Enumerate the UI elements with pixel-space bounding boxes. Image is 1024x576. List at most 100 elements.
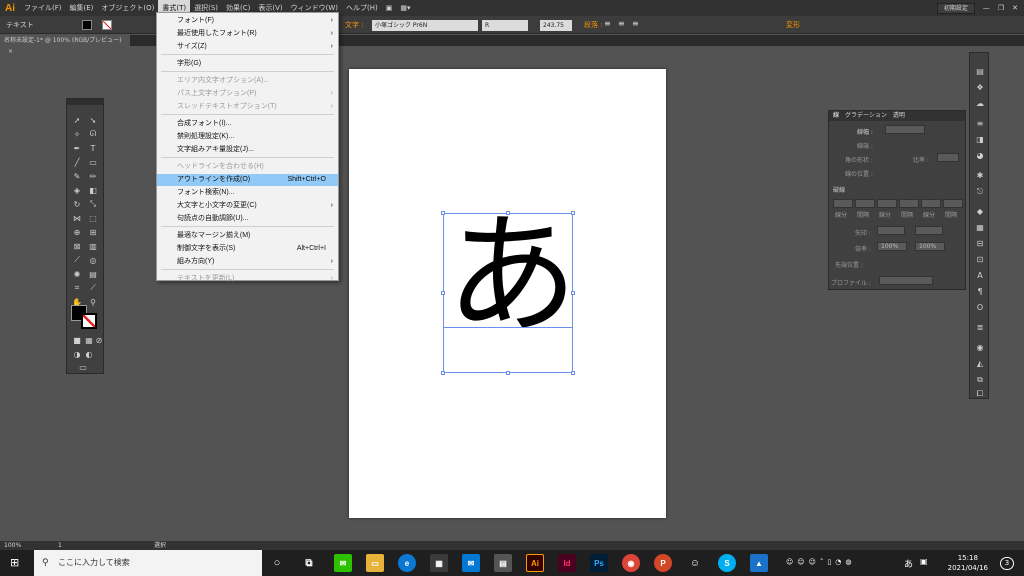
symbol-sprayer-tool-icon[interactable]: ✺ <box>71 269 83 279</box>
photoshop-taskbar-icon[interactable]: Ps <box>590 554 608 572</box>
tab-gradient[interactable]: グラデーション <box>845 111 887 121</box>
dashed-line-label[interactable]: 破線 <box>833 185 845 194</box>
draw-mode-icon[interactable]: ◑ <box>71 349 83 359</box>
tab-stroke[interactable]: 線 <box>833 111 839 121</box>
transparency-panel-icon[interactable]: ◭ <box>974 359 986 369</box>
chrome-icon[interactable]: ◉ <box>622 554 640 572</box>
notification-icon[interactable]: 3 <box>1000 557 1014 570</box>
rectangle-tool-icon[interactable]: ▭ <box>87 157 99 167</box>
indesign-taskbar-icon[interactable]: Id <box>558 554 576 572</box>
eyedropper-tool-icon[interactable]: ⟋ <box>71 255 83 265</box>
eraser-tool-icon[interactable]: ◧ <box>87 185 99 195</box>
color-mode-icon[interactable]: ■ <box>71 335 83 345</box>
handle-top-left[interactable] <box>441 211 445 215</box>
menu-object[interactable]: オブジェクト(O) <box>97 0 158 16</box>
type-tool-icon[interactable]: T <box>87 143 99 153</box>
paragraph-panel-icon[interactable]: ¶ <box>974 287 986 297</box>
transform-label[interactable]: 変形 <box>786 20 800 30</box>
menu-item[interactable]: 制御文字を表示(S) Alt+Ctrl+I <box>157 243 338 255</box>
transform-panel-icon[interactable]: ⊡ <box>974 255 986 265</box>
wechat-icon[interactable]: ✉ <box>334 554 352 572</box>
menu-item[interactable]: サイズ(Z) › <box>157 41 338 53</box>
blend-tool-icon[interactable]: ◎ <box>87 255 99 265</box>
free-transform-tool-icon[interactable]: ⬚ <box>87 213 99 223</box>
pen-tool-icon[interactable]: ✒ <box>71 143 83 153</box>
shaper-tool-icon[interactable]: ◈ <box>71 185 83 195</box>
paintbrush-tool-icon[interactable]: ✎ <box>71 171 83 181</box>
bridge-icon[interactable]: ▣ <box>382 0 397 16</box>
align-panel-icon[interactable]: ⊟ <box>974 239 986 249</box>
slice-tool-icon[interactable]: ⟋ <box>87 283 99 293</box>
illustrator-taskbar-icon[interactable]: Ai <box>526 554 544 572</box>
align-right-icon[interactable]: ≡ <box>632 19 639 28</box>
limit-field[interactable] <box>937 153 959 162</box>
powerpoint-icon[interactable]: P <box>654 554 672 572</box>
artboards-panel-icon[interactable]: ⧠ <box>974 389 986 399</box>
calculator-icon[interactable]: ▤ <box>494 554 512 572</box>
character-label[interactable]: 文字 : <box>345 20 364 30</box>
minimize-icon[interactable]: — <box>983 4 990 12</box>
screen-mode-icon[interactable]: ▭ <box>77 362 89 372</box>
menu-item[interactable]: 合成フォント(I)... <box>157 118 338 130</box>
handle-left[interactable] <box>441 291 445 295</box>
gradient-mode-icon[interactable]: ▦ <box>83 335 95 345</box>
perspective-grid-tool-icon[interactable]: ⊞ <box>87 227 99 237</box>
close-icon[interactable]: ✕ <box>1012 4 1018 12</box>
paragraph-label[interactable]: 段落 : <box>584 20 603 30</box>
font-size-field[interactable]: 243.75 <box>540 20 572 31</box>
stroke-weight-field[interactable] <box>885 125 925 134</box>
menu-item[interactable]: 禁則処理設定(K)... <box>157 131 338 143</box>
stroke-color-box[interactable] <box>81 313 97 329</box>
selection-tool-icon[interactable]: ➚ <box>71 115 83 125</box>
workspace-switcher[interactable]: 初期設定 <box>936 2 975 14</box>
artboard-number[interactable]: 1 <box>58 541 62 550</box>
arrowhead-end-select[interactable] <box>915 226 943 235</box>
stroke-panel-icon[interactable]: ≣ <box>974 323 986 333</box>
direct-selection-tool-icon[interactable]: ➘ <box>87 115 99 125</box>
menu-item[interactable]: 大文字と小文字の変更(C) › <box>157 200 338 212</box>
dash-field-2[interactable] <box>877 199 897 208</box>
gradient-tool-icon[interactable]: ▥ <box>87 241 99 251</box>
menu-item[interactable]: アウトラインを作成(O) Shift+Ctrl+O <box>157 174 338 186</box>
arrowhead-start-select[interactable] <box>877 226 905 235</box>
zoom-tool-icon[interactable]: ⚲ <box>87 297 99 307</box>
none-mode-icon[interactable]: ⊘ <box>95 335 103 345</box>
layers-panel-icon[interactable]: ❖ <box>974 83 986 93</box>
shape-builder-tool-icon[interactable]: ⊕ <box>71 227 83 237</box>
libraries-panel-icon[interactable]: ☁ <box>974 99 986 109</box>
tools-panel-header[interactable] <box>67 99 103 105</box>
fill-swatch[interactable] <box>82 20 92 30</box>
gap-field-2[interactable] <box>899 199 919 208</box>
arrow-scale-end-field[interactable]: 100% <box>915 242 945 251</box>
arrange-documents-icon[interactable]: ▦▾ <box>396 0 414 16</box>
handle-top[interactable] <box>506 211 510 215</box>
opentype-panel-icon[interactable]: O <box>974 303 986 313</box>
taskbar-clock[interactable]: 15:18 2021/04/16 <box>948 553 988 573</box>
restore-icon[interactable]: ❐ <box>998 4 1004 12</box>
profile-select[interactable] <box>879 276 933 285</box>
draw-behind-icon[interactable]: ◐ <box>83 349 95 359</box>
dash-field-1[interactable] <box>833 199 853 208</box>
skype-icon[interactable]: S <box>718 554 736 572</box>
graph-tool-icon[interactable]: ▤ <box>87 269 99 279</box>
start-windows-icon[interactable]: ⊞ <box>10 557 24 569</box>
graphic-styles-icon[interactable]: ◆ <box>974 207 986 217</box>
mail-icon[interactable]: ✉ <box>462 554 480 572</box>
edge-icon[interactable]: e <box>398 554 416 572</box>
appearance-eye-icon[interactable]: ◉ <box>974 343 986 353</box>
pathfinder-panel-icon[interactable]: ⧉ <box>974 375 986 385</box>
menu-item[interactable]: 最近使用したフォント(R) › <box>157 28 338 40</box>
handle-bottom[interactable] <box>506 371 510 375</box>
align-left-icon[interactable]: ≡ <box>604 19 611 28</box>
selection-bounding-box[interactable] <box>441 211 575 375</box>
stroke-swatch[interactable] <box>102 20 112 30</box>
gap-field-1[interactable] <box>855 199 875 208</box>
store-icon[interactable]: ▦ <box>430 554 448 572</box>
properties-panel-icon[interactable]: ▤ <box>974 67 986 77</box>
zoom-level[interactable]: 100% <box>4 541 21 550</box>
gap-field-3[interactable] <box>943 199 963 208</box>
arrow-scale-start-field[interactable]: 100% <box>877 242 907 251</box>
pencil-tool-icon[interactable]: ✏ <box>87 171 99 181</box>
magic-wand-tool-icon[interactable]: ✧ <box>71 129 83 139</box>
character-panel-icon[interactable]: A <box>974 271 986 281</box>
